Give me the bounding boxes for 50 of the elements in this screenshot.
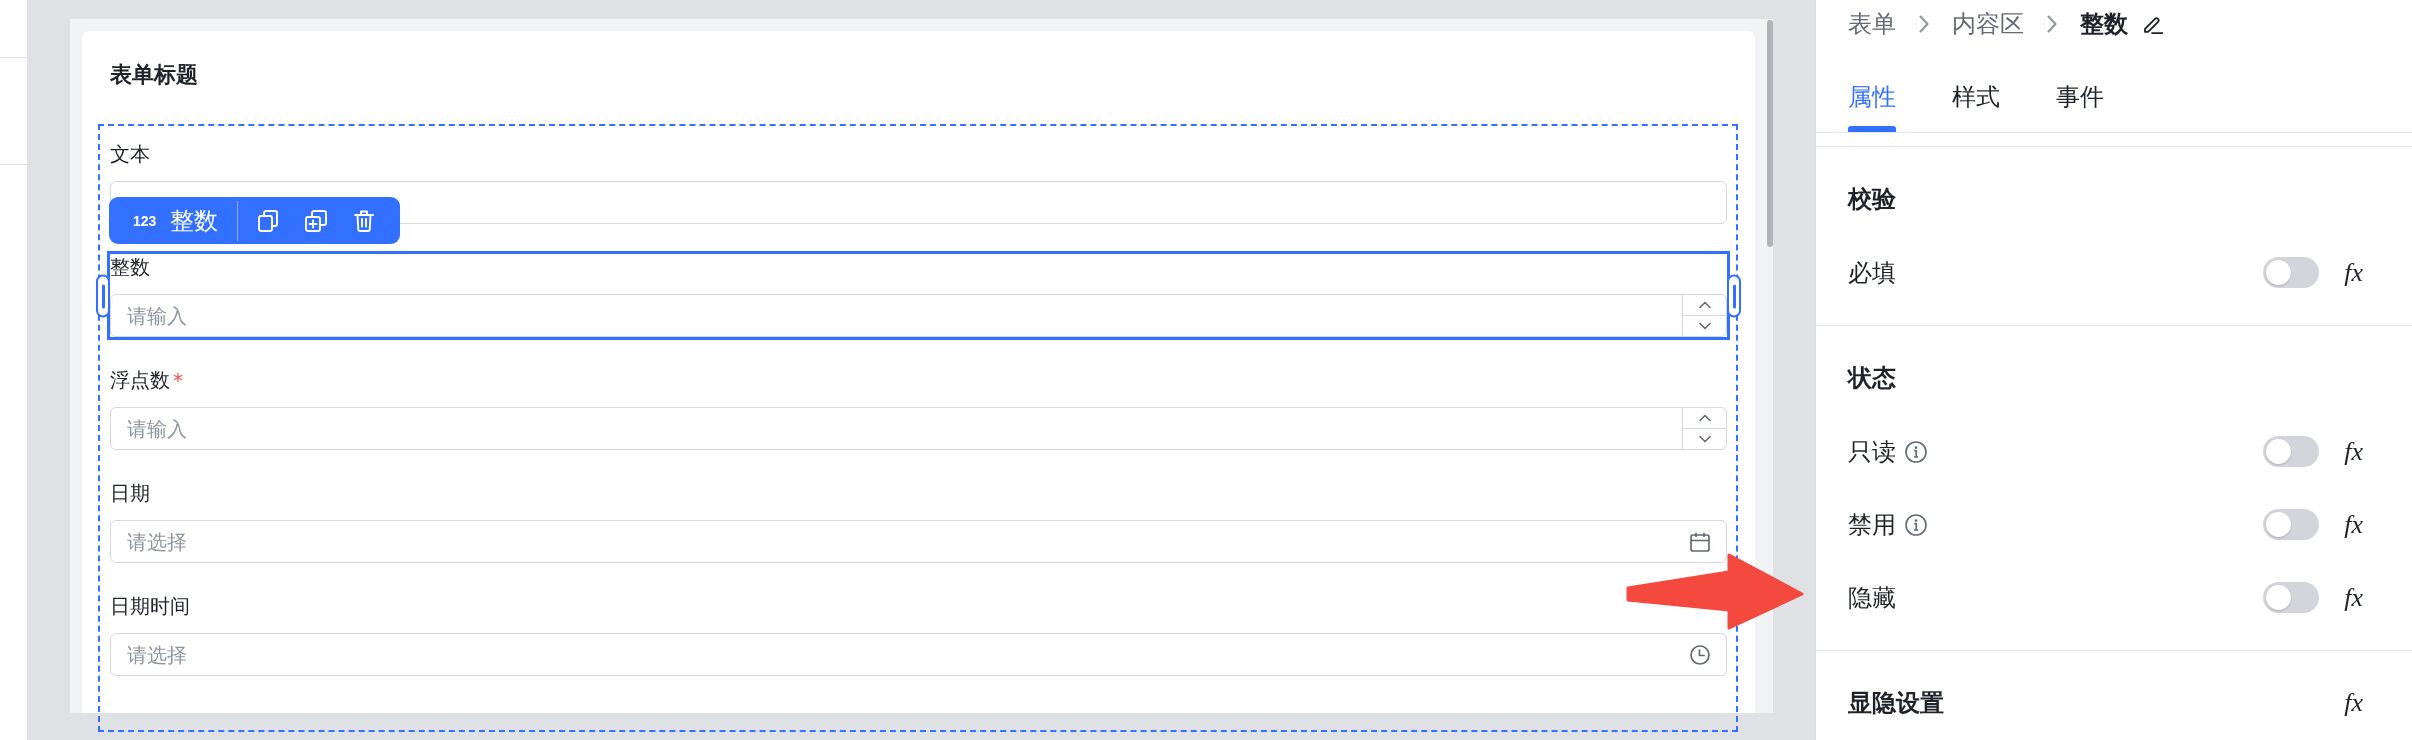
formula-link[interactable]: fx <box>2344 256 2363 289</box>
setting-label: 必填 <box>1848 257 1896 289</box>
info-icon[interactable] <box>1905 513 1927 536</box>
formula-link[interactable]: fx <box>2344 581 2363 614</box>
decrement-button[interactable] <box>1682 315 1726 336</box>
chevron-right-icon <box>2047 15 2057 33</box>
toggle-switch[interactable] <box>2263 582 2320 613</box>
breadcrumb-item: 整数 <box>2080 9 2128 40</box>
clock-icon <box>1690 644 1710 665</box>
formula-link[interactable]: fx <box>2344 687 2363 719</box>
resize-handle[interactable] <box>1727 274 1741 318</box>
breadcrumb-item[interactable]: 内容区 <box>1952 8 2024 40</box>
setting-label: 只读 <box>1848 436 1896 468</box>
chevron-down-icon <box>1698 435 1711 443</box>
decrement-button[interactable] <box>1682 428 1726 449</box>
tab[interactable]: 事件 <box>2056 81 2104 132</box>
pencil-icon[interactable] <box>2143 14 2163 34</box>
resize-handle[interactable] <box>96 274 110 318</box>
copy-icon[interactable] <box>258 209 279 232</box>
info-icon[interactable] <box>1905 440 1927 463</box>
tab[interactable]: 样式 <box>1952 81 2000 132</box>
section-title: 状态 <box>1848 363 1896 394</box>
field-label: 浮点数 <box>110 368 170 392</box>
setting-label: 禁用 <box>1848 509 1896 541</box>
chevron-up-icon <box>1698 301 1711 309</box>
number-type-icon: 123 <box>133 211 157 230</box>
chevron-up-icon <box>1698 414 1711 422</box>
field-label: 文本 <box>110 142 150 166</box>
component-type-label: 整数 <box>170 205 219 236</box>
toggle-switch[interactable] <box>2263 257 2320 288</box>
copy-plus-icon[interactable] <box>305 209 328 232</box>
required-mark: * <box>173 368 183 392</box>
scrollbar-thumb[interactable] <box>1767 20 1773 247</box>
chevron-down-icon <box>1698 322 1711 330</box>
section-title: 显隐设置 <box>1848 688 1944 719</box>
calendar-icon <box>1690 531 1710 552</box>
field-label: 日期 <box>110 481 150 505</box>
formula-link[interactable]: fx <box>2344 435 2363 468</box>
setting-label: 隐藏 <box>1848 582 1896 614</box>
toggle-switch[interactable] <box>2263 509 2320 540</box>
field-label: 日期时间 <box>110 594 190 618</box>
field-label: 整数 <box>110 255 150 279</box>
breadcrumb-item[interactable]: 表单 <box>1848 8 1896 40</box>
toggle-switch[interactable] <box>2263 436 2320 467</box>
section-title: 校验 <box>1848 184 1896 215</box>
chevron-right-icon <box>1919 15 1929 33</box>
form-title: 表单标题 <box>110 62 198 87</box>
tab[interactable]: 属性 <box>1848 81 1896 132</box>
formula-link[interactable]: fx <box>2344 508 2363 541</box>
trash-icon[interactable] <box>354 209 375 232</box>
